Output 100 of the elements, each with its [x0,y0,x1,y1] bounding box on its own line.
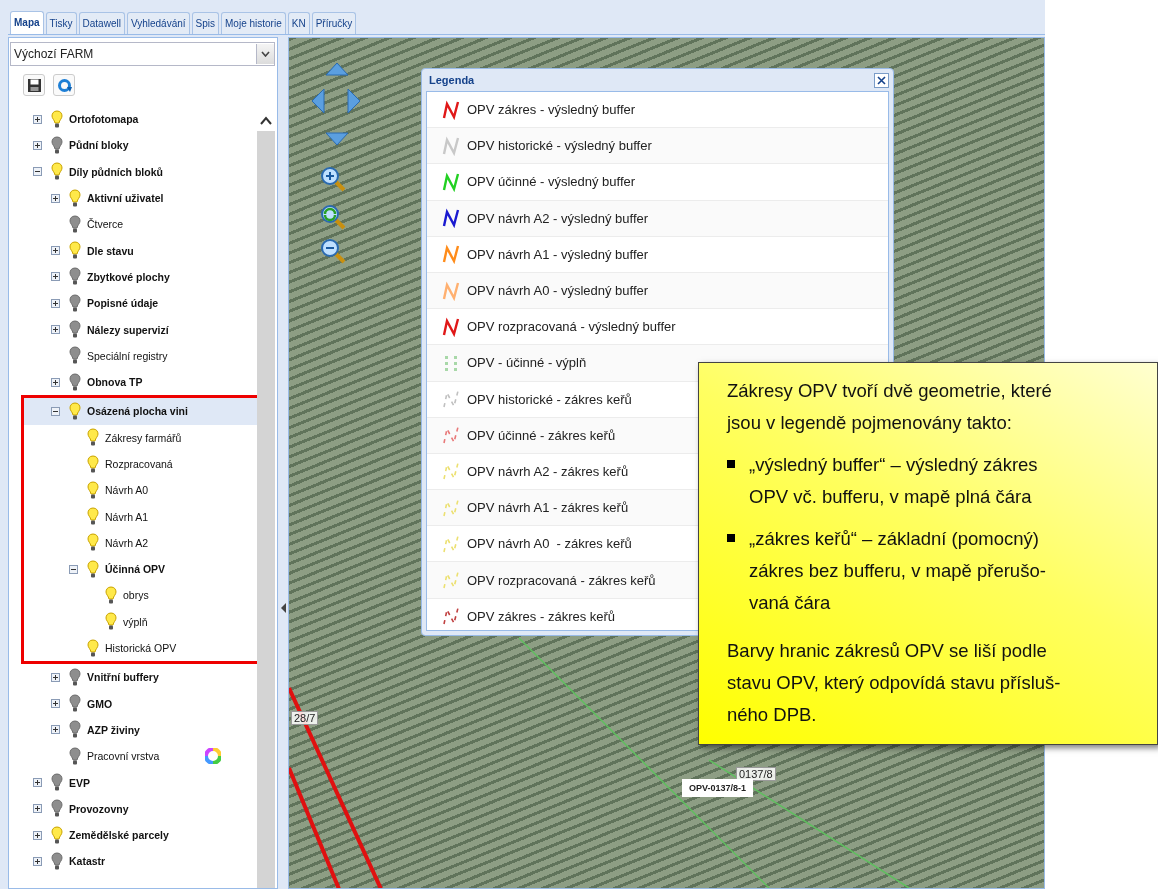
layer-tree-item[interactable]: Vnitřní buffery [9,664,257,691]
tab[interactable]: Příručky [311,12,357,34]
lightbulb-lit-icon[interactable] [87,480,99,500]
layer-tree-item[interactable]: Pracovní vrstva [9,743,257,770]
lightbulb-off-icon[interactable] [69,694,81,714]
layer-tree-item[interactable]: Návrh A1 [24,503,257,530]
color-wheel-icon[interactable] [205,748,221,765]
layer-tree-item[interactable]: Zemědělské parcely [9,822,257,849]
collapse-arrow-icon[interactable] [280,603,286,613]
zoom-reset-icon[interactable] [320,204,346,230]
expand-plus-icon[interactable] [51,325,60,334]
layer-tree-item[interactable]: Nálezy supervizí [9,316,257,343]
expand-plus-icon[interactable] [51,725,60,735]
save-button[interactable] [23,74,45,96]
lightbulb-lit-icon[interactable] [87,638,99,658]
lightbulb-off-icon[interactable] [51,799,63,819]
lightbulb-lit-icon[interactable] [69,241,81,261]
collapse-minus-icon[interactable] [69,564,78,574]
lightbulb-lit-icon[interactable] [69,401,81,421]
tab[interactable]: Mapa [10,11,44,34]
lightbulb-off-icon[interactable] [51,135,63,155]
lightbulb-lit-icon[interactable] [87,428,99,448]
layer-tree-item[interactable]: Účinná OPV [24,556,257,583]
lightbulb-lit-icon[interactable] [87,507,99,527]
expand-plus-icon[interactable] [33,830,42,840]
layer-tree-item[interactable]: GMO [9,690,257,717]
lightbulb-off-icon[interactable] [69,267,81,287]
lightbulb-off-icon[interactable] [51,851,63,871]
tab[interactable]: Vyhledávání [126,12,190,34]
lightbulb-off-icon[interactable] [69,320,81,339]
layer-tree-item[interactable]: Popisné údaje [9,290,257,317]
tab[interactable]: Datawell [78,12,125,34]
collapse-minus-icon[interactable] [51,406,60,416]
close-button[interactable] [874,72,889,88]
lightbulb-off-icon[interactable] [69,667,81,687]
lightbulb-lit-icon[interactable] [51,109,63,129]
layer-tree-item[interactable]: Rozpracovaná [24,450,257,478]
lightbulb-lit-icon[interactable] [87,533,99,553]
layer-tree-item[interactable]: Návrh A0 [24,477,257,504]
expand-plus-icon[interactable] [51,246,60,256]
expand-plus-icon[interactable] [33,114,42,124]
layer-tree-item[interactable]: obrys [24,582,257,609]
layer-tree-item[interactable]: Ortofotomapa [9,106,257,133]
layer-tree-item[interactable]: Půdní bloky [9,132,257,159]
lightbulb-lit-icon[interactable] [51,162,63,182]
lightbulb-lit-icon[interactable] [87,454,99,474]
expand-plus-icon[interactable] [51,272,60,282]
legend-label: OPV rozpracovaná - zákres keřů [467,572,656,588]
zoom-in-icon[interactable] [320,166,346,192]
layer-tree-item[interactable]: AZP živiny [9,716,257,744]
layer-tree-item[interactable]: Zbytkové plochy [9,263,257,291]
lightbulb-off-icon[interactable] [69,214,81,234]
lightbulb-lit-icon[interactable] [105,586,117,605]
collapse-minus-icon[interactable] [33,167,42,177]
layer-tree-item[interactable]: Aktivní uživatel [9,184,257,212]
lightbulb-lit-icon[interactable] [51,825,63,845]
profile-dropdown[interactable]: Výchozí FARM [10,42,275,66]
bullet-icon [727,534,735,542]
refresh-button[interactable] [53,74,75,96]
lightbulb-off-icon[interactable] [69,746,81,766]
layer-tree-item[interactable]: Obnova TP [9,368,257,396]
lightbulb-off-icon[interactable] [69,720,81,740]
layer-tree-item[interactable]: Historická OPV [24,634,257,662]
callout-text: Zákresy OPV tvoří dvě geometrie, které jsou v legendě pojmenovány takto: [727,379,1053,435]
legend-label: OPV účinné - výsledný buffer [467,174,636,190]
tab[interactable]: Moje historie [221,12,286,34]
legend-label: OPV - účinné - výplň [467,355,587,371]
layer-tree-item[interactable]: Provozovny [9,795,257,822]
layer-tree-item[interactable]: Návrh A2 [24,529,257,557]
expand-plus-icon[interactable] [51,672,60,682]
layer-tree-item[interactable]: Dle stavu [9,237,257,264]
expand-plus-icon[interactable] [33,856,42,866]
window-title: Legenda [428,74,475,86]
expand-plus-icon[interactable] [33,804,42,814]
layer-tree-item[interactable]: Čtverce [9,211,257,238]
layer-tree-item[interactable]: EVP [9,769,257,796]
lightbulb-off-icon[interactable] [69,346,81,366]
layer-tree-item[interactable]: Díly půdních bloků [9,158,257,185]
tab[interactable]: Spis [191,12,219,34]
lightbulb-off-icon[interactable] [69,372,81,392]
expand-plus-icon[interactable] [33,140,42,150]
tab[interactable]: Tisky [45,12,77,34]
lightbulb-off-icon[interactable] [69,293,81,313]
expand-plus-icon[interactable] [51,193,60,203]
layer-tree-item[interactable]: Zákresy farmářů [24,424,257,451]
lightbulb-lit-icon[interactable] [105,612,117,632]
tab[interactable]: KN [287,12,310,34]
lightbulb-off-icon[interactable] [51,773,63,793]
expand-plus-icon[interactable] [33,778,42,788]
layer-tree-item[interactable]: Osázená plocha vini [24,398,257,425]
layer-tree-item[interactable]: Katastr [9,848,257,875]
expand-plus-icon[interactable] [51,298,60,308]
lightbulb-lit-icon[interactable] [87,559,99,579]
scroll-up-icon[interactable] [259,116,273,125]
zoom-out-icon[interactable] [320,238,346,264]
expand-plus-icon[interactable] [51,377,60,387]
layer-tree-item[interactable]: Speciální registry [9,342,257,369]
lightbulb-lit-icon[interactable] [69,188,81,208]
expand-plus-icon[interactable] [51,699,60,709]
layer-tree-item[interactable]: výplň [24,608,257,635]
